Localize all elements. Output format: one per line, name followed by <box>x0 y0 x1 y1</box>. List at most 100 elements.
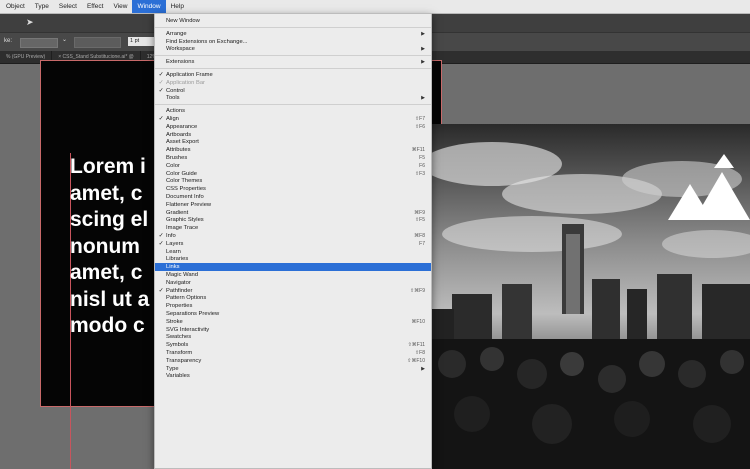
menu-item-label: Properties <box>166 303 193 310</box>
menu-item-svg-interactivity[interactable]: SVG Interactivity <box>155 326 431 334</box>
artboard-body-text[interactable]: Lorem i amet, c scing el nonum amet, c n… <box>70 154 149 340</box>
menu-object[interactable]: Object <box>0 0 30 13</box>
menu-item-variables[interactable]: Variables <box>155 372 431 380</box>
menu-item-application-frame[interactable]: ✓ Application Frame <box>155 71 431 79</box>
menu-item-extensions[interactable]: Extensions ▶ <box>155 58 431 66</box>
menu-window[interactable]: Window <box>132 0 166 13</box>
menu-item-shortcut: ⇧⌘F11 <box>407 342 425 349</box>
menu-separator <box>155 55 431 57</box>
menu-type[interactable]: Type <box>30 0 54 13</box>
menu-item-separations-preview[interactable]: Separations Preview <box>155 310 431 318</box>
menu-item-label: Brushes <box>166 155 188 161</box>
submenu-arrow-icon: ▶ <box>421 59 425 66</box>
menu-item-properties[interactable]: Properties <box>155 302 431 310</box>
menu-item-label: Flattener Preview <box>166 201 212 208</box>
submenu-arrow-icon: ▶ <box>421 46 425 53</box>
text-line: amet, c <box>70 181 143 205</box>
menu-item-shortcut: F5 <box>419 155 425 161</box>
menu-item-label: Pathfinder <box>166 287 193 294</box>
check-icon: ✓ <box>158 233 164 239</box>
menu-item-label: Arrange <box>166 30 187 37</box>
check-icon: ✓ <box>158 79 164 86</box>
menu-item-color[interactable]: Color F6 <box>155 162 431 170</box>
menu-item-stroke[interactable]: Stroke ⌘F10 <box>155 318 431 326</box>
menu-item-learn[interactable]: Learn <box>155 248 431 256</box>
menu-item-info[interactable]: ✓ Info ⌘F8 <box>155 232 431 240</box>
menu-item-layers[interactable]: ✓ Layers F7 <box>155 240 431 248</box>
menu-item-appearance[interactable]: Appearance ⇧F6 <box>155 123 431 131</box>
menu-item-navigator[interactable]: Navigator <box>155 279 431 287</box>
menu-item-label: Color Themes <box>166 178 203 185</box>
check-icon: ✓ <box>158 287 164 294</box>
menu-item-shortcut: ⇧F5 <box>414 217 425 224</box>
menu-item-label: Transform <box>166 350 193 356</box>
menu-item-find-extensions-on-exchange[interactable]: Find Extensions on Exchange... <box>155 38 431 46</box>
menu-item-shortcut: F6 <box>419 162 425 169</box>
menu-item-label: Color Guide <box>166 170 197 177</box>
menu-item-brushes[interactable]: Brushes F5 <box>155 154 431 162</box>
menu-item-label: Stroke <box>166 318 183 325</box>
zoom-field[interactable]: 1 pt <box>128 37 154 46</box>
menu-item-gradient[interactable]: Gradient ⌘F9 <box>155 209 431 217</box>
menu-item-label: Links <box>166 264 180 271</box>
menu-item-align[interactable]: ✓ Align ⇧F7 <box>155 115 431 123</box>
menu-item-control[interactable]: ✓ Control <box>155 87 431 95</box>
menu-item-color-guide[interactable]: Color Guide ⇧F3 <box>155 170 431 178</box>
menu-item-type[interactable]: Type ▶ <box>155 365 431 373</box>
menu-view[interactable]: View <box>108 0 132 13</box>
menu-item-symbols[interactable]: Symbols ⇧⌘F11 <box>155 341 431 349</box>
text-line: modo c <box>70 314 145 337</box>
menu-item-label: CSS Properties <box>166 186 206 193</box>
menu-item-arrange[interactable]: Arrange ▶ <box>155 30 431 38</box>
chevron-down-icon[interactable]: ⌄ <box>62 36 67 43</box>
text-line: amet, c <box>70 261 143 284</box>
menu-item-graphic-styles[interactable]: Graphic Styles ⇧F5 <box>155 216 431 224</box>
menu-item-label: Appearance <box>166 123 198 130</box>
menu-item-application-bar: ✓ Application Bar <box>155 79 431 87</box>
city-crowd-photo[interactable] <box>432 124 750 469</box>
menu-select[interactable]: Select <box>54 0 82 13</box>
menu-item-libraries[interactable]: Libraries <box>155 255 431 263</box>
menu-item-label: Asset Export <box>166 139 199 146</box>
menu-separator <box>155 104 431 106</box>
menu-item-label: Control <box>166 87 185 94</box>
menu-item-swatches[interactable]: Swatches <box>155 333 431 341</box>
menu-item-links[interactable]: Links <box>155 263 431 272</box>
menu-item-shortcut: ⇧F7 <box>414 116 425 122</box>
menu-item-transparency[interactable]: Transparency ⇧⌘F10 <box>155 357 431 365</box>
selection-tool-icon[interactable]: ➤ <box>26 17 34 28</box>
menu-effect[interactable]: Effect <box>82 0 109 13</box>
menu-item-pattern-options[interactable]: Pattern Options <box>155 294 431 302</box>
menu-item-label: Color <box>166 162 180 169</box>
menu-item-tools[interactable]: Tools ▶ <box>155 94 431 102</box>
menu-item-label: Symbols <box>166 342 189 349</box>
menu-item-shortcut: ⇧F6 <box>414 123 425 130</box>
menu-item-label: Swatches <box>166 334 192 341</box>
menu-separator <box>155 26 431 28</box>
menu-item-css-properties[interactable]: CSS Properties <box>155 185 431 193</box>
menu-item-transform[interactable]: Transform ⇧F8 <box>155 349 431 357</box>
menu-item-label: Attributes <box>166 147 191 154</box>
menu-item-image-trace[interactable]: Image Trace <box>155 224 431 232</box>
menu-item-pathfinder[interactable]: ✓ Pathfinder ⇧⌘F9 <box>155 287 431 295</box>
menu-item-color-themes[interactable]: Color Themes <box>155 177 431 185</box>
menu-item-label: Gradient <box>166 209 189 216</box>
stroke-weight-field[interactable] <box>20 38 58 48</box>
menu-item-workspace[interactable]: Workspace ▶ <box>155 45 431 53</box>
menu-item-artboards[interactable]: Artboards <box>155 131 431 139</box>
menu-item-label: Type <box>166 365 179 372</box>
menu-item-attributes[interactable]: Attributes ⌘F11 <box>155 146 431 154</box>
menu-item-new-window[interactable]: New Window <box>155 17 431 25</box>
style-field[interactable] <box>74 37 121 48</box>
check-icon: ✓ <box>158 116 164 122</box>
menu-help[interactable]: Help <box>166 0 189 13</box>
menu-item-label: Tools <box>166 95 180 102</box>
menu-item-magic-wand[interactable]: Magic Wand <box>155 271 431 279</box>
menu-item-flattener-preview[interactable]: Flattener Preview <box>155 201 431 209</box>
menu-item-asset-export[interactable]: Asset Export <box>155 138 431 146</box>
menu-item-label: New Window <box>166 18 200 24</box>
menu-item-actions[interactable]: Actions <box>155 107 431 115</box>
menu-item-shortcut: ⌘F9 <box>414 209 425 216</box>
menu-item-document-info[interactable]: Document Info <box>155 193 431 201</box>
menu-item-label: Navigator <box>166 279 191 286</box>
